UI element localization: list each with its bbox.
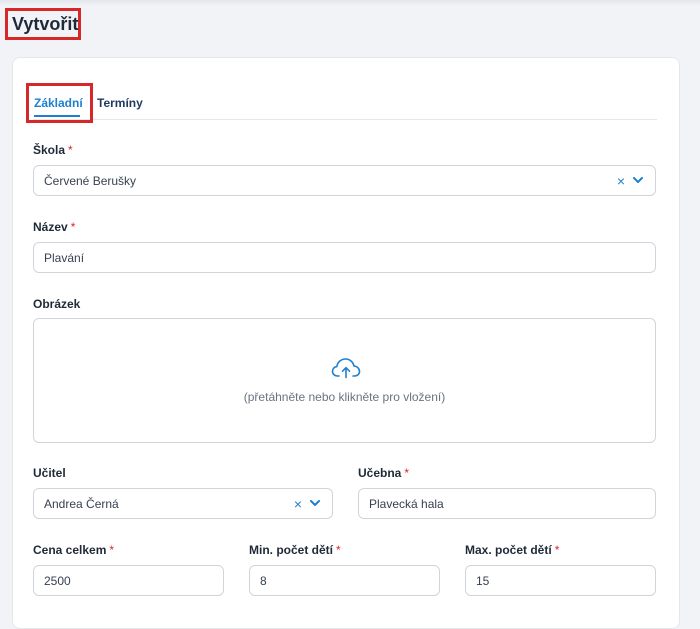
required-mark: * — [70, 220, 76, 234]
dropzone-hint: (přetáhněte nebo klikněte pro vložení) — [243, 390, 446, 404]
image-label-text: Obrázek — [33, 297, 81, 311]
image-label: Obrázek — [33, 297, 80, 311]
image-dropzone[interactable]: (přetáhněte nebo klikněte pro vložení) — [33, 318, 656, 443]
min-children-input[interactable]: 8 — [249, 565, 440, 596]
teacher-select[interactable]: Andrea Černá × — [33, 488, 333, 519]
classroom-label: Učebna * — [358, 466, 409, 480]
active-tab-underline — [34, 115, 80, 117]
max-children-input[interactable]: 15 — [465, 565, 656, 596]
max-children-label: Max. počet dětí * — [465, 543, 559, 557]
topbar-shadow — [0, 0, 700, 6]
teacher-label-text: Učitel — [33, 466, 66, 480]
page-title: Vytvořit — [5, 8, 81, 40]
school-label-text: Škola — [33, 143, 66, 157]
school-value: Červené Berušky — [44, 173, 137, 188]
tab-terminy[interactable]: Termíny — [97, 96, 143, 110]
tab-zakladni[interactable]: Základní — [34, 96, 83, 110]
school-label: Škola * — [33, 143, 73, 157]
teacher-value: Andrea Černá — [44, 496, 119, 511]
total-price-input[interactable]: 2500 — [33, 565, 224, 596]
required-mark: * — [404, 466, 410, 480]
name-label: Název * — [33, 220, 75, 234]
teacher-label: Učitel — [33, 466, 66, 480]
required-mark: * — [68, 143, 73, 157]
form-card: Základní Termíny Škola * Červené Berušky … — [12, 57, 680, 629]
min-children-value: 8 — [260, 573, 267, 588]
required-mark: * — [554, 543, 560, 557]
name-input[interactable]: Plavání — [33, 242, 656, 273]
page-title-text: Vytvořit — [12, 13, 79, 34]
min-children-label: Min. počet dětí * — [249, 543, 341, 557]
total-price-label-text: Cena celkem — [33, 543, 107, 557]
max-children-label-text: Max. počet dětí — [465, 543, 552, 557]
classroom-label-text: Učebna — [358, 466, 402, 480]
cloud-upload-icon — [331, 358, 361, 379]
tab-bar: Základní Termíny — [26, 83, 657, 123]
school-select[interactable]: Červené Berušky × — [33, 165, 656, 196]
total-price-label: Cena celkem * — [33, 543, 114, 557]
name-value: Plavání — [44, 250, 85, 265]
clear-icon[interactable]: × — [294, 497, 302, 511]
clear-icon[interactable]: × — [617, 174, 625, 188]
max-children-value: 15 — [476, 573, 490, 588]
classroom-value: Plavecká hala — [369, 496, 444, 511]
name-label-text: Název — [33, 220, 68, 234]
required-mark: * — [336, 543, 341, 557]
chevron-down-icon[interactable] — [633, 176, 643, 186]
total-price-value: 2500 — [44, 573, 71, 588]
min-children-label-text: Min. počet dětí — [249, 543, 333, 557]
classroom-input[interactable]: Plavecká hala — [358, 488, 656, 519]
chevron-down-icon[interactable] — [310, 499, 320, 509]
required-mark: * — [109, 543, 115, 557]
